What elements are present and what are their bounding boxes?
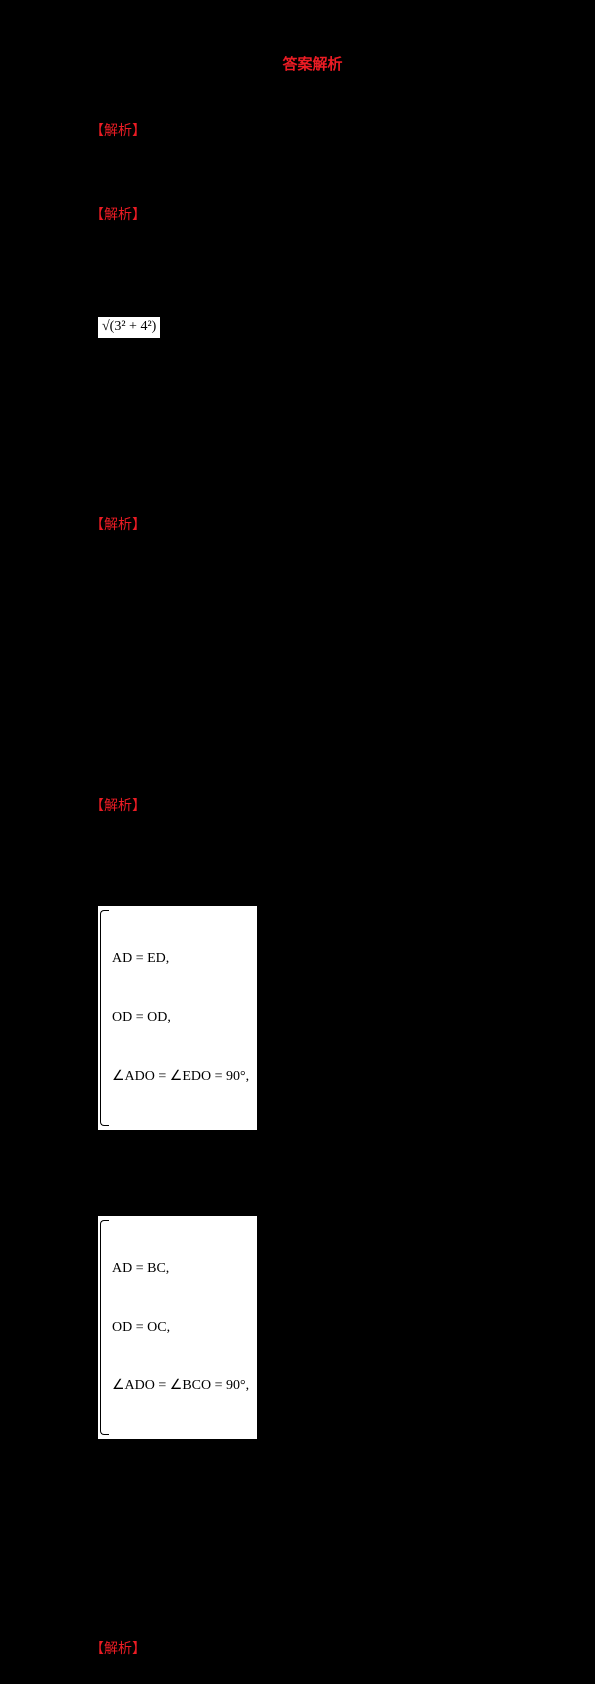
system-2: AD = BC, OD = OC, ∠ADO = ∠BCO = 90°, (97, 1215, 258, 1441)
q4-d: 所以，△ADO≌△EDO， (97, 1137, 249, 1152)
q5-answer: 5.【答案】D (90, 1608, 535, 1636)
sys1-r1: AD = ED, (112, 949, 249, 969)
marker-label: 【解析】 (90, 124, 146, 139)
sys2-r1: AD = BC, (112, 1259, 249, 1279)
q4-h: ∠AOB=150°，∠AOD=∠DOE=∠COB=70°，通过①③，正确；通过②… (90, 1496, 535, 1552)
q3-line: "OE是△ABF的中位线"无法证明，即"BF= 12 OC"错误．故选D． (90, 652, 535, 765)
q3-c1: OC"错误．故选D． (97, 743, 216, 758)
system-1: AD = ED, OD = OD, ∠ADO = ∠EDO = 90°, (97, 905, 258, 1131)
sys1-r2: OD = OD, (112, 1008, 249, 1028)
q1-analysis: 【解析】本题考查圆周角定理．由图可知，∠ACB与∠AOB是同弧所对的圆周角和圆心… (90, 118, 535, 174)
frac-24-5: 245 (97, 427, 119, 456)
q2-line: AB= √(3² + 4²) =5，由S△ABC= 12 ×AB×CD可知CD=… (90, 258, 535, 484)
q4-e: 同理，在△ADO与△BCO中 (97, 1193, 268, 1208)
marker-label: 【解析】 (90, 1642, 146, 1657)
q2-t1: AB= (97, 292, 124, 307)
q2-text-0: 本题考查直角三角形斜边中线、三角形面积．连接CD，由勾股定理可得 (90, 208, 529, 251)
q3-c0: "OE是△ABF的中位线"无法证明，即"BF= (97, 686, 353, 701)
q3-answer: 3.【答案】D (90, 484, 535, 512)
frac-half-2: 12 (97, 708, 112, 737)
sys2-r2: OD = OC, (112, 1318, 249, 1338)
q2-analysis: 【解析】本题考查直角三角形斜边中线、三角形面积．连接CD，由勾股定理可得 (90, 202, 535, 258)
q5-analysis: 【解析】本题考查圆周角．由图可知，∠A和∠A′是同弧所对的圆周角，∠A=∠A′， (90, 1636, 535, 1684)
page-title: 答案解析 (90, 50, 535, 80)
sys2-r3: ∠ADO = ∠BCO = 90°, (112, 1376, 249, 1396)
q4-answer: 4.【答案】C (90, 765, 535, 793)
q4-text: 本题考查正方形、等腰直角三角形、全等三角形．由正方形和等腰直角三角 (90, 799, 524, 842)
marker-label: 【解析】 (90, 518, 146, 533)
q3-analysis: 【解析】本题考查圆中的计算．连接OE、OF，由题可知，∠1+∠2=∠3+∠4，∠… (90, 512, 535, 652)
q2-answer: 2.【答案】A (90, 174, 535, 202)
q4-f: 所以，△ADO≌△BCO， (97, 1446, 249, 1461)
q1-answer: 1.【答案】B (90, 90, 535, 118)
q4-c: 形可知，在△ADO与△EDO中 (97, 883, 282, 898)
q2-t2: =5，由S△ABC= (97, 348, 195, 363)
frac-half-1: 12 (97, 370, 112, 399)
marker-label: 【解析】 (90, 208, 146, 223)
sqrt-box: √(3² + 4²) (97, 316, 161, 339)
q4-line-e: 同理，在△ADO与△BCO中 AD = BC, OD = OC, ∠ADO = … (90, 1159, 535, 1469)
q3-text: 本题考查圆中的计算．连接OE、OF，由题可知，∠1+∠2=∠3+∠4，∠1=∠2… (90, 518, 530, 645)
q1-text: 本题考查圆周角定理．由图可知，∠ACB与∠AOB是同弧所对的圆周角和圆心角，再根… (90, 124, 526, 167)
q4-g: ∠AOD=∠DOE=∠COB，∠AOD+∠DOE+∠COB+∠AOB=360°， (90, 1468, 535, 1496)
q5-text: 本题考查圆周角．由图可知，∠A和∠A′是同弧所对的圆周角，∠A=∠A′， (90, 1642, 533, 1684)
q4-line-c: 形可知，在△ADO与△EDO中 AD = ED, OD = OD, ∠ADO =… (90, 849, 535, 1159)
q2-t3: ×AB×CD可知CD= (97, 405, 207, 420)
q4-analysis: 【解析】本题考查正方形、等腰直角三角形、全等三角形．由正方形和等腰直角三角 (90, 793, 535, 849)
q4-i: 由∠AOD=70°，OA=OD可知，∠OAD=55°，∠OAB=∠OAD+∠DA… (90, 1552, 535, 1608)
marker-label: 【解析】 (90, 799, 146, 814)
sys1-r3: ∠ADO = ∠EDO = 90°, (112, 1067, 249, 1087)
q2-t4: ，因为E,F分别是AC,AD (97, 462, 244, 477)
